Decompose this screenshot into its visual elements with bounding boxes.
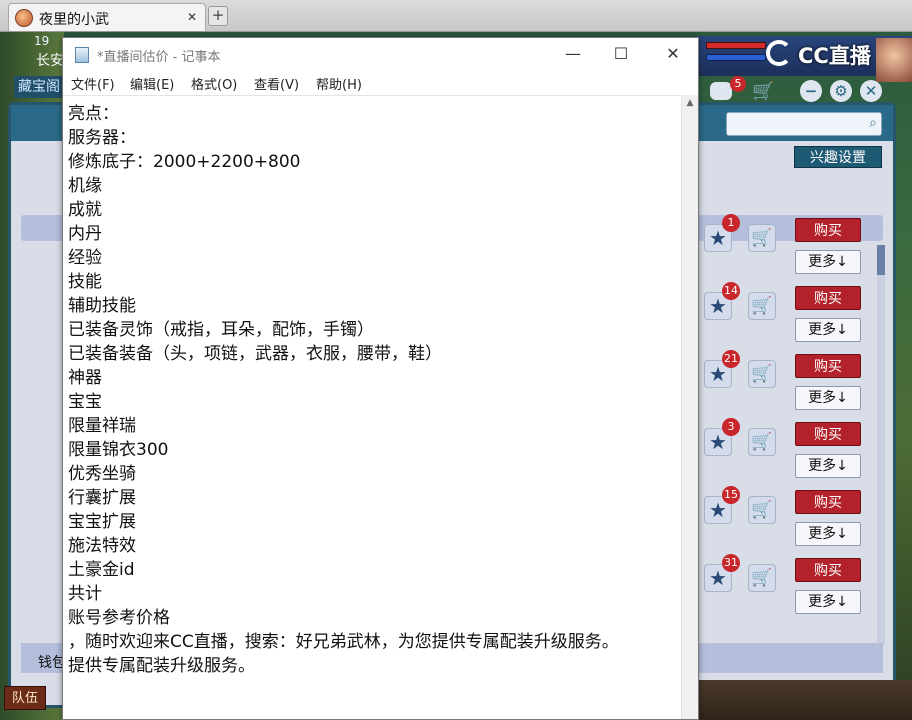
cc-brand-text: CC直播 xyxy=(798,44,871,68)
add-to-cart-icon[interactable]: 🛒 xyxy=(748,496,776,524)
text-line: 共计 xyxy=(68,584,102,604)
buy-button[interactable]: 购买 xyxy=(795,286,861,310)
text-line: 账号参考价格 xyxy=(68,608,170,628)
shop-toolbar: 5 🛒 − ⚙ ✕ xyxy=(700,76,896,108)
text-line: 优秀坐骑 xyxy=(68,464,136,484)
menu-help[interactable]: 帮助(H) xyxy=(316,74,362,93)
shop-item-row: ★ 15 🛒 购买 更多↓ xyxy=(700,486,870,550)
text-line: 宝宝 xyxy=(68,392,102,412)
tab-close-icon[interactable]: ✕ xyxy=(185,10,199,24)
menu-view[interactable]: 查看(V) xyxy=(254,74,299,93)
text-line: 辅助技能 xyxy=(68,296,136,316)
favorite-count-badge: 31 xyxy=(722,554,740,572)
more-button[interactable]: 更多↓ xyxy=(795,522,861,546)
add-to-cart-icon[interactable]: 🛒 xyxy=(748,564,776,592)
treasure-pavilion-label: 藏宝阁 xyxy=(14,76,62,98)
menu-format[interactable]: 格式(O) xyxy=(191,74,237,93)
text-line: 技能 xyxy=(68,272,102,292)
close-icon[interactable]: ✕ xyxy=(860,80,882,102)
text-line: 已装备灵饰（戒指，耳朵，配饰，手镯） xyxy=(68,320,374,340)
text-line: 内丹 xyxy=(68,224,102,244)
notepad-vertical-scrollbar[interactable]: ▲ xyxy=(681,95,698,719)
buy-button[interactable]: 购买 xyxy=(795,422,861,446)
notepad-text-area[interactable]: 亮点： 服务器： 修炼底子：2000+2200+800 机缘 成就 内丹 经验 … xyxy=(63,95,681,719)
add-to-cart-icon[interactable]: 🛒 xyxy=(748,360,776,388)
text-line: 成就 xyxy=(68,200,102,220)
buy-button[interactable]: 购买 xyxy=(795,558,861,582)
notepad-title-bar[interactable]: *直播间估价 - 记事本 — ☐ ✕ xyxy=(63,38,698,71)
buy-button[interactable]: 购买 xyxy=(795,490,861,514)
tab-title: 夜里的小武 xyxy=(39,12,109,28)
player-avatar[interactable] xyxy=(876,38,912,82)
text-line: 亮点： xyxy=(68,104,119,124)
shop-item-row: ★ 21 🛒 购买 更多↓ xyxy=(700,350,870,414)
add-to-cart-icon[interactable]: 🛒 xyxy=(748,428,776,456)
favorite-count-badge: 21 xyxy=(722,350,740,368)
favorite-count-badge: 1 xyxy=(722,214,740,232)
favorite-count-badge: 15 xyxy=(722,486,740,504)
minimize-button[interactable]: — xyxy=(550,38,596,70)
maximize-button[interactable]: ☐ xyxy=(598,38,644,70)
shop-item-row: ★ 31 🛒 购买 更多↓ xyxy=(700,554,870,618)
add-to-cart-icon[interactable]: 🛒 xyxy=(748,224,776,252)
shop-search-input[interactable]: ⌕ xyxy=(726,112,882,136)
text-line: 施法特效 xyxy=(68,536,136,556)
text-line: 经验 xyxy=(68,248,102,268)
menu-edit[interactable]: 编辑(E) xyxy=(130,74,174,93)
text-line: 限量祥瑞 xyxy=(68,416,136,436)
more-button[interactable]: 更多↓ xyxy=(795,454,861,478)
text-line: 行囊扩展 xyxy=(68,488,136,508)
text-line: 修炼底子：2000+2200+800 xyxy=(68,152,301,172)
notepad-window: *直播间估价 - 记事本 — ☐ ✕ 文件(F) 编辑(E) 格式(O) 查看(… xyxy=(62,37,699,720)
search-icon[interactable]: ⌕ xyxy=(869,115,877,131)
close-button[interactable]: ✕ xyxy=(650,38,696,70)
scroll-up-arrow-icon[interactable]: ▲ xyxy=(682,95,698,111)
chat-icon[interactable] xyxy=(710,82,732,100)
cc-logo-icon xyxy=(766,40,792,66)
shop-scrollbar[interactable] xyxy=(877,245,885,645)
shop-item-row: ★ 14 🛒 购买 更多↓ xyxy=(700,282,870,346)
shop-item-row: ★ 3 🛒 购买 更多↓ xyxy=(700,418,870,482)
add-to-cart-icon[interactable]: 🛒 xyxy=(748,292,776,320)
text-line: 已装备装备（头，项链，武器，衣服，腰带，鞋） xyxy=(68,344,442,364)
cc-live-logo: CC直播 xyxy=(764,38,886,68)
text-line: 机缘 xyxy=(68,176,102,196)
browser-tab[interactable]: 夜里的小武 ✕ xyxy=(8,3,206,31)
settings-gear-icon[interactable]: ⚙ xyxy=(830,80,852,102)
text-line: 神器 xyxy=(68,368,102,388)
mp-bar xyxy=(706,54,766,61)
team-button[interactable]: 队伍 xyxy=(4,686,46,710)
text-line: 限量锦衣300 xyxy=(68,440,169,460)
browser-tab-bar: 夜里的小武 ✕ + xyxy=(0,0,912,32)
text-line: 土豪金id xyxy=(68,560,135,580)
menu-file[interactable]: 文件(F) xyxy=(71,74,115,93)
hp-bar xyxy=(706,42,766,49)
buy-button[interactable]: 购买 xyxy=(795,354,861,378)
shop-item-row: ★ 1 🛒 购买 更多↓ xyxy=(700,214,870,278)
buy-button[interactable]: 购买 xyxy=(795,218,861,242)
message-count-badge: 5 xyxy=(730,76,746,92)
more-button[interactable]: 更多↓ xyxy=(795,590,861,614)
game-area-name: 长安 xyxy=(36,53,64,69)
text-line: 宝宝扩展 xyxy=(68,512,136,532)
more-button[interactable]: 更多↓ xyxy=(795,250,861,274)
cart-icon[interactable]: 🛒 xyxy=(752,81,774,102)
more-button[interactable]: 更多↓ xyxy=(795,386,861,410)
tab-favicon-icon xyxy=(15,9,33,27)
game-bottom-toolbar[interactable] xyxy=(696,680,912,720)
text-line: 服务器： xyxy=(68,128,136,148)
notepad-menu-bar: 文件(F) 编辑(E) 格式(O) 查看(V) 帮助(H) xyxy=(63,71,698,93)
minimize-icon[interactable]: − xyxy=(800,80,822,102)
shop-scroll-thumb[interactable] xyxy=(877,245,885,275)
new-tab-button[interactable]: + xyxy=(208,6,228,26)
text-line: 提供专属配装升级服务。 xyxy=(68,656,255,676)
favorite-count-badge: 14 xyxy=(722,282,740,300)
notepad-title: *直播间估价 - 记事本 xyxy=(97,50,221,65)
interest-settings-button[interactable]: 兴趣设置 xyxy=(794,146,882,168)
notepad-app-icon xyxy=(75,47,89,63)
favorite-count-badge: 3 xyxy=(722,418,740,436)
more-button[interactable]: 更多↓ xyxy=(795,318,861,342)
text-line: ，随时欢迎来CC直播，搜索：好兄弟武林，为您提供专属配装升级服务。 xyxy=(68,632,619,652)
game-time: 19 xyxy=(34,34,50,48)
